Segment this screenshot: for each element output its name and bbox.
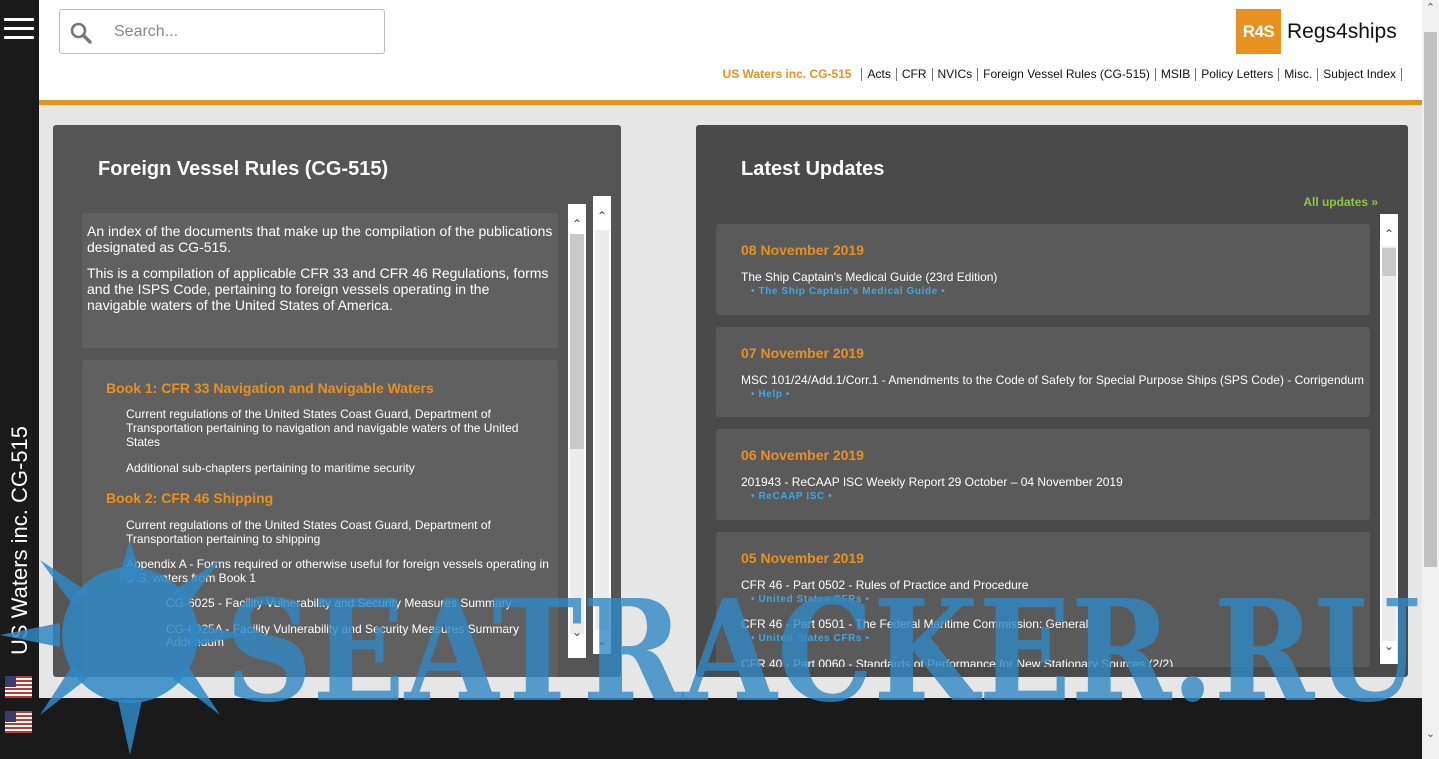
book-1-description[interactable]: Current regulations of the United States… (126, 407, 554, 449)
scroll-track[interactable] (595, 230, 609, 630)
nav-item-foreign-vessel-rules[interactable]: Foreign Vessel Rules (CG-515) (977, 67, 1155, 81)
update-tag-link[interactable]: • United States CFRs • (751, 594, 870, 605)
header-accent-line (39, 100, 1422, 105)
panel-title: Foreign Vessel Rules (CG-515) (98, 158, 389, 180)
footer-bar (39, 698, 1422, 759)
intro-paragraph: This is a compilation of applicable CFR … (87, 265, 549, 313)
scroll-up-icon[interactable]: ⌃ (593, 208, 611, 224)
scroll-track[interactable] (1382, 246, 1396, 641)
update-card: 05 November 2019 CFR 46 - Part 0502 - Ru… (716, 532, 1370, 667)
nav-divider (1401, 67, 1402, 81)
update-title-link[interactable]: CFR 40 - Part 0060 - Standards of Perfor… (741, 657, 1173, 667)
outer-scrollbar[interactable]: ⌃ ⌄ (593, 196, 611, 654)
books-card: Book 1: CFR 33 Navigation and Navigable … (82, 360, 558, 677)
site-header: R4S Regs4ships US Waters inc. CG-515 Act… (39, 0, 1422, 100)
nav-item-acts[interactable]: Acts (861, 67, 895, 81)
logo-text: Regs4ships (1287, 20, 1397, 43)
scroll-thumb[interactable] (1382, 248, 1396, 276)
search-box[interactable] (59, 9, 385, 54)
update-tag-link[interactable]: • The Ship Captain's Medical Guide • (751, 286, 945, 297)
nav-item-misc[interactable]: Misc. (1278, 67, 1317, 81)
panel-title: Latest Updates (741, 158, 885, 180)
search-icon[interactable] (70, 22, 92, 44)
update-card: 07 November 2019 MSC 101/24/Add.1/Corr.1… (716, 327, 1370, 417)
update-date: 08 November 2019 (741, 242, 864, 258)
main-nav: US Waters inc. CG-515 Acts CFR NVICs For… (723, 66, 1402, 82)
nav-item-cfr[interactable]: CFR (895, 67, 932, 81)
book-1-security-link[interactable]: Additional sub-chapters pertaining to ma… (126, 461, 554, 475)
book-1-link[interactable]: Book 1: CFR 33 Navigation and Navigable … (106, 380, 434, 396)
us-flag-icon[interactable] (5, 676, 32, 698)
form-cg-6025a-link[interactable]: CG-6025A - Facility Vulnerability and Se… (166, 623, 546, 649)
nav-item-policy-letters[interactable]: Policy Letters (1195, 67, 1278, 81)
update-tag-link[interactable]: • United States CFRs • (751, 633, 870, 644)
update-title-link[interactable]: 201943 - ReCAAP ISC Weekly Report 29 Oct… (741, 475, 1123, 489)
update-card: 06 November 2019 201943 - ReCAAP ISC Wee… (716, 429, 1370, 520)
scroll-up-icon[interactable]: ⌃ (568, 216, 586, 232)
left-sidebar: US Waters inc. CG-515 (0, 0, 39, 759)
appendix-a-link[interactable]: Appendix A - Forms required or otherwise… (126, 557, 554, 585)
nav-item-us-waters[interactable]: US Waters inc. CG-515 (723, 67, 862, 81)
sidebar-section-title: US Waters inc. CG-515 (7, 425, 32, 655)
search-input[interactable] (114, 20, 374, 44)
update-title-link[interactable]: MSC 101/24/Add.1/Corr.1 - Amendments to … (741, 373, 1364, 387)
hamburger-menu-icon[interactable] (4, 18, 34, 40)
intro-paragraph: An index of the documents that make up t… (87, 223, 553, 255)
update-date: 05 November 2019 (741, 550, 864, 566)
update-tag-link[interactable]: • Help • (751, 389, 790, 400)
page-scroll-thumb[interactable] (1424, 32, 1437, 567)
book-2-description[interactable]: Current regulations of the United States… (126, 518, 554, 546)
nav-item-subject-index[interactable]: Subject Index (1317, 67, 1401, 81)
page-scrollbar[interactable]: ⌃ ⌄ (1422, 0, 1439, 759)
scroll-up-icon[interactable]: ⌃ (1380, 226, 1398, 242)
scroll-up-icon[interactable]: ⌃ (1422, 0, 1439, 17)
update-title-link[interactable]: The Ship Captain's Medical Guide (23rd E… (741, 270, 997, 284)
book-2-link[interactable]: Book 2: CFR 46 Shipping (106, 490, 273, 506)
logo-mark: R4S (1236, 9, 1281, 54)
intro-card: An index of the documents that make up t… (82, 213, 558, 348)
update-date: 07 November 2019 (741, 345, 864, 361)
site-logo[interactable]: R4S Regs4ships (1236, 9, 1406, 54)
foreign-vessel-rules-panel: Foreign Vessel Rules (CG-515) An index o… (53, 125, 621, 677)
update-title-link[interactable]: CFR 46 - Part 0502 - Rules of Practice a… (741, 578, 1028, 592)
update-card: 08 November 2019 The Ship Captain's Medi… (716, 224, 1370, 315)
nav-item-nvics[interactable]: NVICs (931, 67, 978, 81)
scroll-down-icon[interactable]: ⌄ (1380, 638, 1398, 654)
us-flag-icon[interactable] (5, 711, 32, 733)
scroll-down-icon[interactable]: ⌄ (1422, 726, 1439, 743)
all-updates-link[interactable]: All updates » (1303, 195, 1378, 209)
update-date: 06 November 2019 (741, 447, 864, 463)
scroll-thumb[interactable] (570, 234, 584, 449)
inner-scrollbar[interactable]: ⌃ ⌄ (568, 204, 586, 658)
nav-item-msib[interactable]: MSIB (1154, 67, 1195, 81)
update-tag-link[interactable]: • ReCAAP ISC • (751, 491, 832, 502)
scroll-down-icon[interactable]: ⌄ (593, 633, 611, 649)
form-cg-6025-link[interactable]: CG-6025 - Facility Vulnerability and Sec… (166, 597, 546, 610)
update-title-link[interactable]: CFR 46 - Part 0501 - The Federal Maritim… (741, 617, 1088, 631)
latest-updates-panel: Latest Updates All updates » 08 November… (696, 125, 1408, 677)
scroll-down-icon[interactable]: ⌄ (568, 624, 586, 640)
updates-scrollbar[interactable]: ⌃ ⌄ (1380, 214, 1398, 664)
